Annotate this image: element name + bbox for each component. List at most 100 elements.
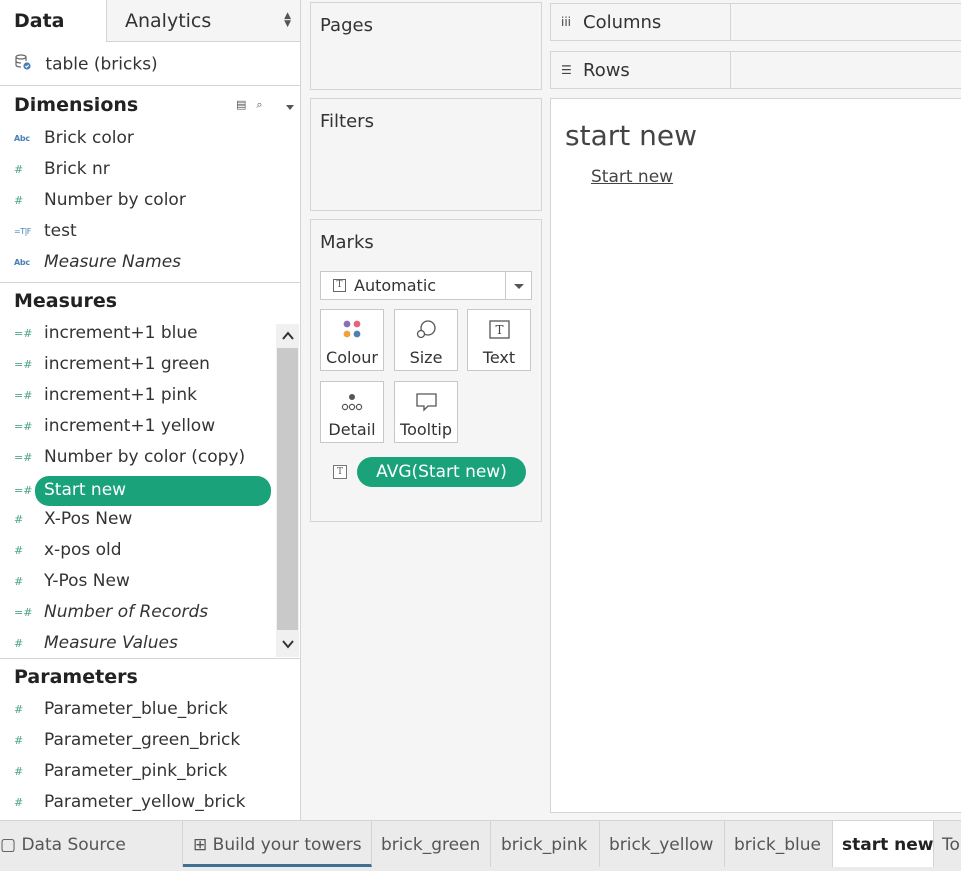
field-measure-values[interactable]: # Measure Values: [14, 633, 178, 661]
tab-build-your-towers[interactable]: ⊞ Build your towers: [183, 821, 372, 867]
field-number-of-records[interactable]: =# Number of Records: [14, 602, 208, 630]
tab-data[interactable]: Data: [0, 0, 107, 42]
colour-label: Colour: [326, 348, 378, 367]
size-icon: [416, 320, 436, 339]
columns-icon: iii: [561, 15, 572, 29]
tab-start-new-active[interactable]: start new: [833, 821, 934, 867]
text-icon: T: [489, 320, 510, 339]
field-increment-blue[interactable]: =# increment+1 blue: [14, 323, 198, 351]
mark-type-dropdown[interactable]: T Automatic: [320, 271, 532, 300]
calc-number-icon: =#: [14, 326, 33, 340]
param-yellow-brick[interactable]: # Parameter_yellow_brick: [14, 792, 245, 820]
size-button[interactable]: Size: [394, 309, 458, 371]
field-x-pos-old[interactable]: # x-pos old: [14, 540, 122, 568]
divider: [0, 658, 300, 659]
tooltip-button[interactable]: Tooltip: [394, 381, 458, 443]
field-start-new-selected[interactable]: Start new: [35, 476, 271, 506]
field-label: Number by color: [44, 190, 186, 210]
tooltip-icon: [416, 393, 437, 412]
field-label: Parameter_blue_brick: [44, 699, 228, 719]
filters-title: Filters: [320, 111, 374, 132]
tab-analytics-label: Analytics: [125, 10, 212, 32]
filters-card[interactable]: Filters: [310, 98, 542, 211]
rows-label: Rows: [583, 60, 630, 81]
tab-label: Data Source: [21, 835, 126, 855]
field-brick-nr[interactable]: # Brick nr: [14, 159, 110, 187]
tab-brick-yellow[interactable]: brick_yellow: [600, 821, 725, 867]
view-canvas[interactable]: start new Start new: [550, 98, 961, 813]
boolean-type-icon: =T|F: [14, 226, 31, 236]
field-label: test: [44, 221, 77, 241]
field-label: increment+1 yellow: [44, 416, 216, 436]
scrollbar-thumb[interactable]: [277, 348, 298, 630]
datasource-icon: [14, 53, 34, 76]
datasource-row[interactable]: table (bricks): [0, 43, 300, 86]
field-label: Parameter_pink_brick: [44, 761, 228, 781]
sheet-title: start new: [565, 119, 697, 152]
param-blue-brick[interactable]: # Parameter_blue_brick: [14, 699, 228, 727]
field-label: X-Pos New: [44, 509, 133, 529]
param-pink-brick[interactable]: # Parameter_pink_brick: [14, 761, 227, 789]
rows-shelf-label: ☰ Rows: [551, 52, 731, 88]
field-label: Y-Pos New: [44, 571, 130, 591]
marks-title: Marks: [320, 232, 374, 253]
detail-button[interactable]: Detail: [320, 381, 384, 443]
number-type-icon: #: [14, 702, 24, 716]
field-x-pos-new[interactable]: # X-Pos New: [14, 509, 132, 537]
sheet-tabs-bar: ▢ Data Source ⊞ Build your towers brick_…: [0, 820, 961, 871]
measures-title: Measures: [14, 290, 118, 312]
data-source-icon: ▢: [0, 835, 17, 855]
colour-button[interactable]: Colour: [320, 309, 384, 371]
list-view-icon[interactable]: ▤: [236, 98, 246, 111]
search-icon[interactable]: ⌕: [256, 98, 262, 111]
avg-start-new-pill[interactable]: AVG(Start new): [357, 457, 526, 487]
field-number-by-color-copy[interactable]: =# Number by color (copy): [14, 447, 245, 475]
pages-card[interactable]: Pages: [310, 2, 542, 90]
measures-scrollbar[interactable]: [276, 324, 299, 657]
calc-number-icon: =#: [14, 419, 33, 433]
field-label: x-pos old: [44, 540, 122, 560]
string-type-icon: Abc: [14, 133, 30, 143]
parameters-title: Parameters: [14, 666, 138, 688]
field-increment-pink[interactable]: =# increment+1 pink: [14, 385, 197, 413]
field-label: increment+1 green: [44, 354, 210, 374]
field-label: Measure Names: [44, 252, 182, 272]
field-increment-yellow[interactable]: =# increment+1 yellow: [14, 416, 215, 444]
calc-number-icon: =#: [14, 388, 33, 402]
colour-icon: [343, 320, 361, 338]
pane-tabs: Data Analytics ▲ ▼: [0, 0, 300, 42]
field-label: Number by color (copy): [44, 447, 246, 467]
tooltip-label: Tooltip: [400, 420, 452, 439]
divider: [0, 282, 300, 283]
tab-brick-blue[interactable]: brick_blue: [725, 821, 833, 867]
field-y-pos-new[interactable]: # Y-Pos New: [14, 571, 130, 599]
detail-icon: [341, 394, 363, 411]
start-new-link[interactable]: Start new: [591, 167, 673, 187]
mark-type-dropdown-button[interactable]: [505, 272, 531, 299]
detail-label: Detail: [328, 420, 376, 439]
rows-shelf[interactable]: ☰ Rows: [550, 51, 961, 89]
field-number-by-color[interactable]: # Number by color: [14, 190, 186, 218]
dimensions-menu-icon[interactable]: [284, 101, 296, 113]
tab-brick-green[interactable]: brick_green: [372, 821, 491, 867]
chevron-down-icon: [514, 284, 524, 289]
scroll-down-icon[interactable]: [281, 637, 295, 651]
text-button[interactable]: T Text: [467, 309, 531, 371]
tab-data-source[interactable]: ▢ Data Source: [0, 821, 183, 867]
columns-shelf[interactable]: iii Columns: [550, 3, 961, 41]
param-green-brick[interactable]: # Parameter_green_brick: [14, 730, 240, 758]
string-type-icon: Abc: [14, 257, 30, 267]
spinner-arrows-icon[interactable]: ▲ ▼: [284, 12, 291, 29]
svg-text:T: T: [495, 323, 503, 337]
field-measure-names[interactable]: Abc Measure Names: [14, 252, 181, 280]
field-label: Measure Values: [44, 633, 178, 653]
text-encoding-icon[interactable]: T: [333, 465, 347, 479]
field-test[interactable]: =T|F test: [14, 221, 77, 249]
tab-analytics[interactable]: Analytics ▲ ▼: [107, 0, 300, 42]
field-increment-green[interactable]: =# increment+1 green: [14, 354, 210, 382]
tab-brick-pink[interactable]: brick_pink: [491, 821, 600, 867]
scroll-up-icon[interactable]: [281, 329, 295, 343]
calc-number-icon: =#: [14, 484, 33, 497]
field-brick-color[interactable]: Abc Brick color: [14, 128, 134, 156]
tab-to-truncated[interactable]: To: [934, 821, 961, 867]
